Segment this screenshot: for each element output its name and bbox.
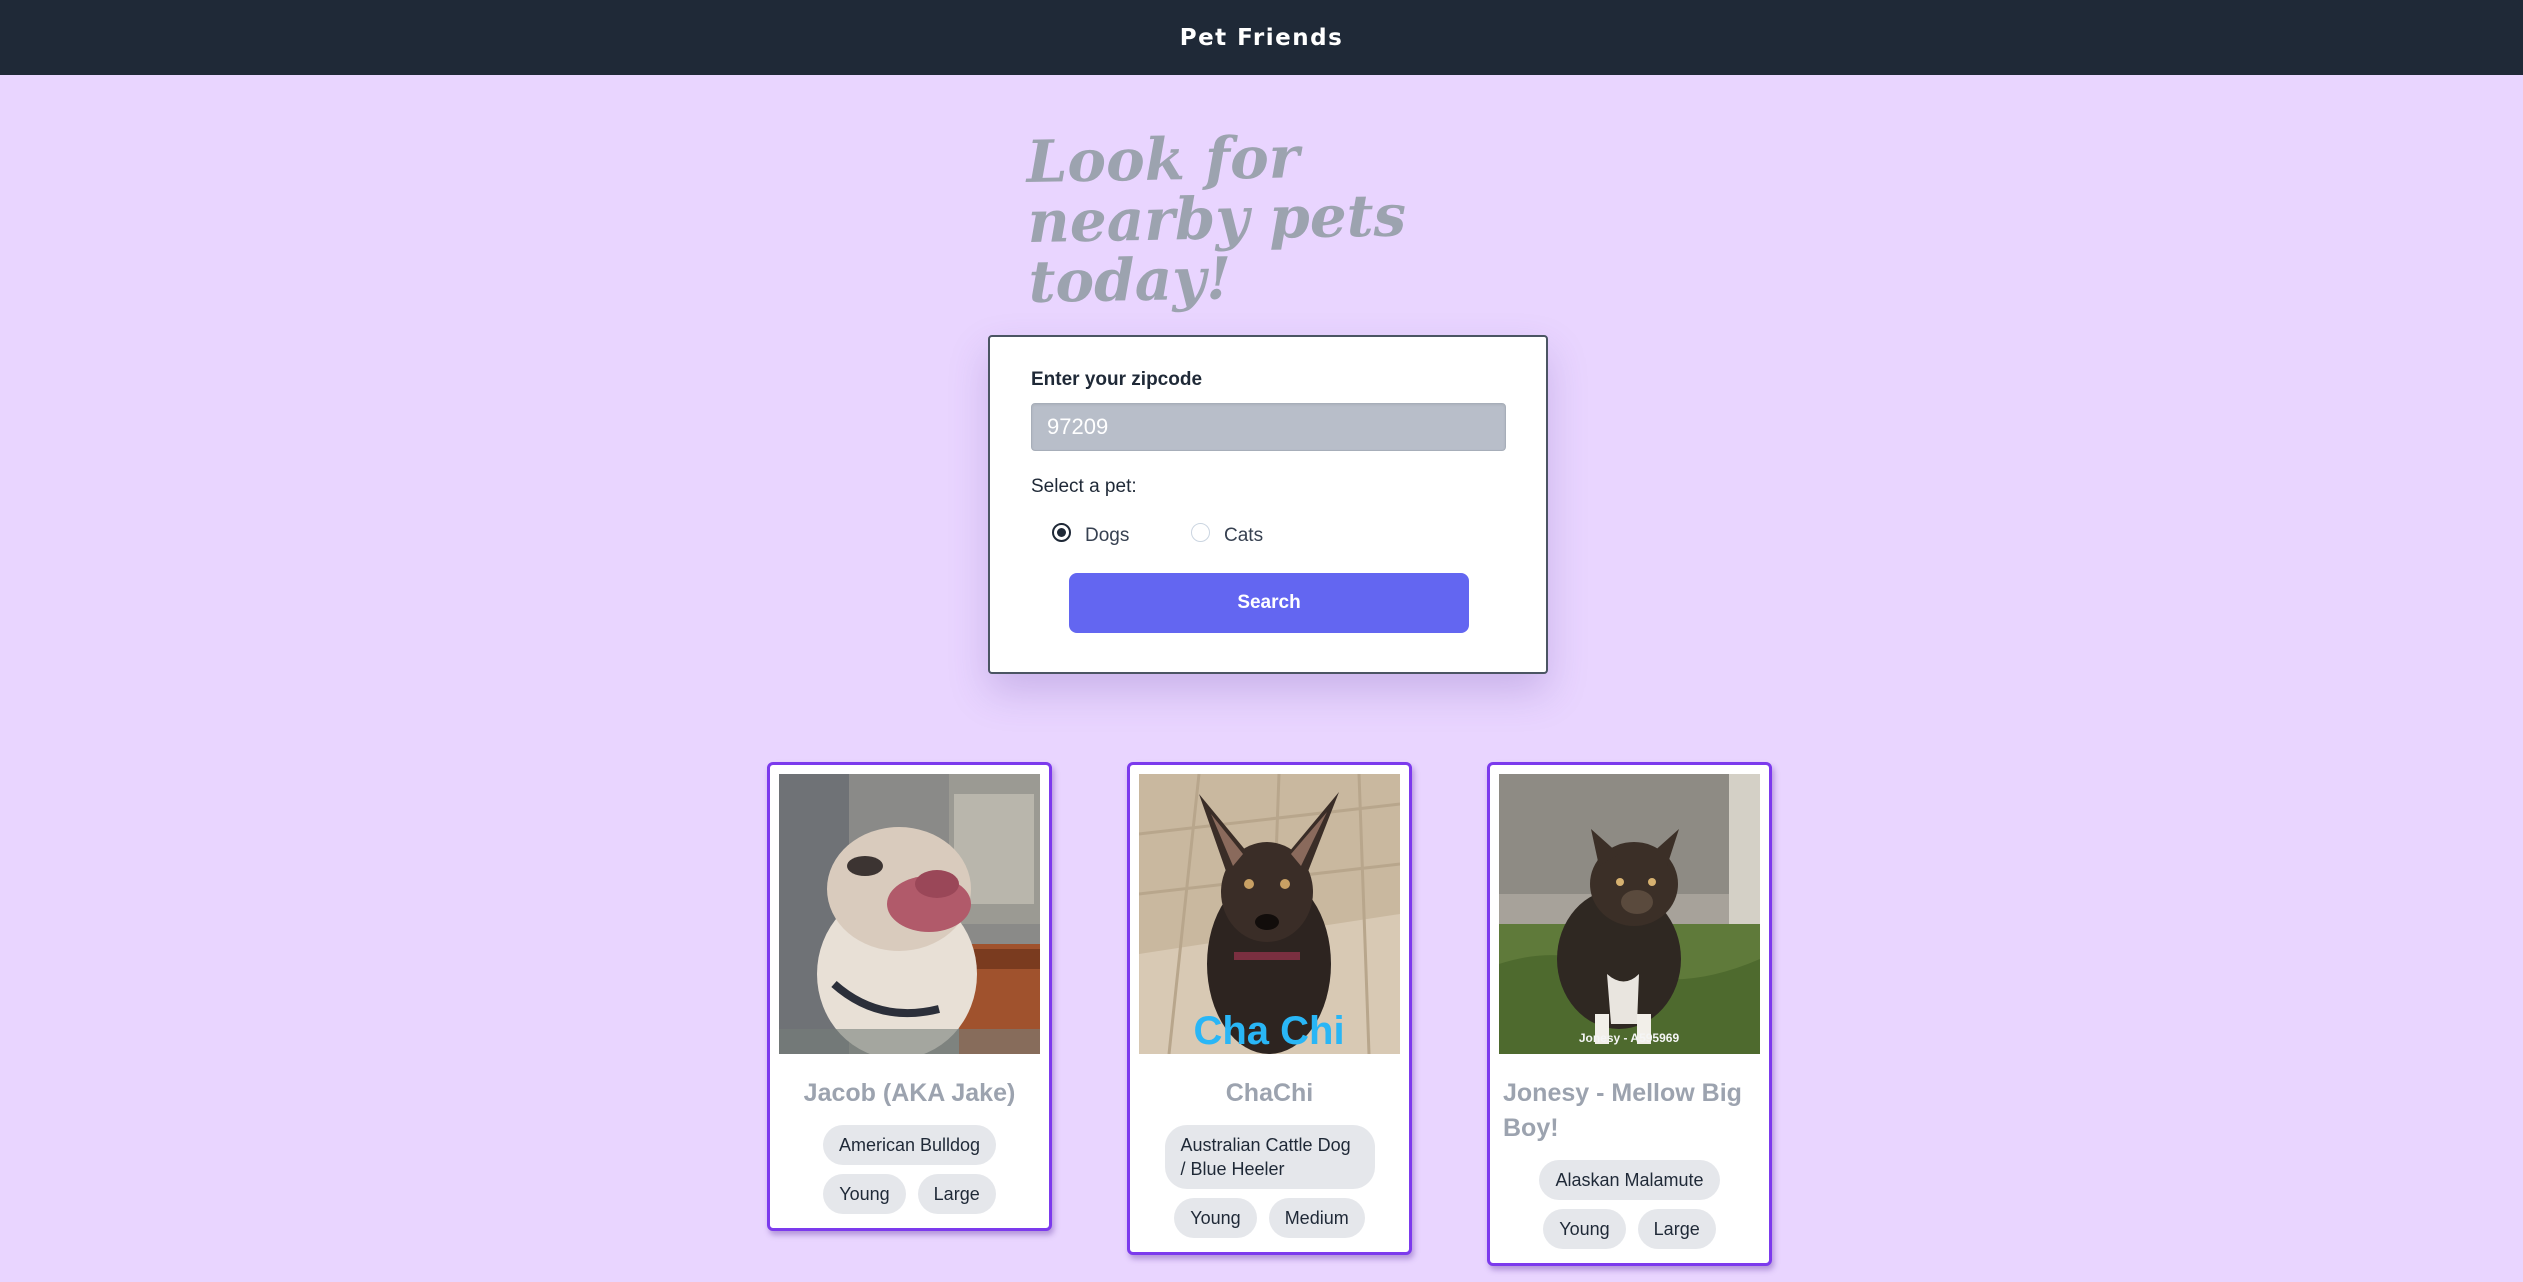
- hero-headline: Look for nearby pets today!: [1025, 123, 1407, 316]
- pet-photo-image: [779, 774, 1040, 1054]
- top-nav-bar: Pet Friends: [0, 0, 2523, 75]
- radio-cats[interactable]: Cats: [1191, 522, 1264, 546]
- age-tag: Young: [1543, 1209, 1626, 1249]
- pet-card[interactable]: Cha Chi ChaChi Australian Cattle Dog / B…: [1127, 762, 1412, 1255]
- search-form: Enter your zipcode Select a pet: Dogs Ca…: [988, 335, 1548, 674]
- breed-tag: American Bulldog: [822, 1125, 997, 1165]
- photo-caption: Jonesy - A595969: [1579, 1031, 1680, 1045]
- breed-tag: Australian Cattle Dog / Blue Heeler: [1164, 1125, 1375, 1189]
- radio-dogs-indicator[interactable]: [1052, 522, 1071, 542]
- pet-tags: American Bulldog Young Large: [779, 1125, 1040, 1214]
- breed-tag: Alaskan Malamute: [1539, 1160, 1720, 1200]
- radio-dogs[interactable]: Dogs: [1052, 522, 1130, 546]
- age-tag: Young: [823, 1174, 906, 1214]
- pet-photo[interactable]: Jonesy - A595969: [1499, 774, 1760, 1054]
- pet-name[interactable]: ChaChi: [1139, 1076, 1400, 1111]
- photo-caption: Cha Chi: [1193, 1009, 1344, 1053]
- size-tag: Large: [917, 1174, 996, 1214]
- zipcode-label: Enter your zipcode: [1031, 369, 1203, 390]
- pet-card[interactable]: Jacob (AKA Jake) American Bulldog Young …: [767, 762, 1052, 1231]
- pet-photo[interactable]: [779, 774, 1040, 1054]
- size-tag: Large: [1637, 1209, 1716, 1249]
- zipcode-input[interactable]: [1031, 403, 1506, 451]
- brand-title[interactable]: Pet Friends: [1180, 25, 1344, 51]
- pet-photo-image: Cha Chi: [1139, 774, 1400, 1054]
- search-button[interactable]: Search: [1069, 573, 1469, 633]
- pet-tags: Australian Cattle Dog / Blue Heeler Youn…: [1139, 1125, 1400, 1238]
- pet-card[interactable]: Jonesy - A595969 Jonesy - Mellow Big Boy…: [1487, 762, 1772, 1266]
- pet-name[interactable]: Jonesy - Mellow Big Boy!: [1499, 1076, 1760, 1146]
- radio-cats-indicator[interactable]: [1191, 522, 1210, 542]
- size-tag: Medium: [1268, 1198, 1365, 1238]
- pet-photo[interactable]: Cha Chi: [1139, 774, 1400, 1054]
- pet-name[interactable]: Jacob (AKA Jake): [779, 1076, 1040, 1111]
- pet-photo-image: Jonesy - A595969: [1499, 774, 1760, 1054]
- pet-tags: Alaskan Malamute Young Large: [1499, 1160, 1760, 1249]
- age-tag: Young: [1174, 1198, 1257, 1238]
- radio-cats-label: Cats: [1224, 525, 1264, 546]
- radio-dogs-label: Dogs: [1085, 525, 1130, 546]
- pet-type-label: Select a pet:: [1031, 476, 1137, 497]
